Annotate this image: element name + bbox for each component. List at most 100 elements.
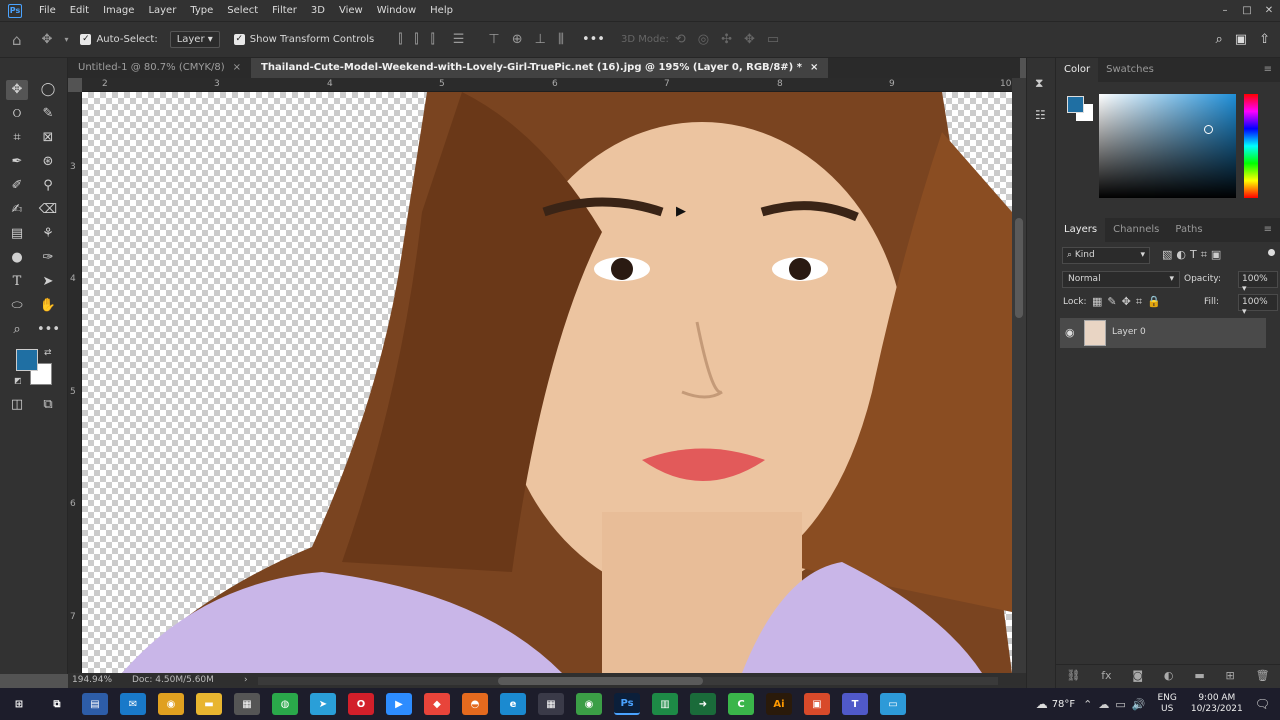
search-icon[interactable]: ⌕ (1216, 32, 1223, 47)
brush-tool-icon[interactable]: ✐ (6, 176, 28, 196)
align-left-icon[interactable]: ⫿ (398, 32, 402, 47)
notification-icon[interactable]: 🗨 (1255, 697, 1270, 711)
align-right-icon[interactable]: ⫿ (431, 32, 435, 47)
3d-slide-icon[interactable]: ✥ (744, 32, 755, 47)
status-menu-arrow-icon[interactable]: › (244, 675, 248, 685)
color-picker-cursor[interactable] (1204, 125, 1213, 134)
marquee-tool-icon[interactable]: ◯ (37, 80, 59, 100)
properties-panel-icon[interactable]: ☷ (1035, 108, 1046, 122)
menu-help[interactable]: Help (423, 5, 460, 16)
ellipse-tool-icon[interactable]: ⬭ (6, 296, 28, 316)
lock-icons[interactable]: ▦✎✥⌗🔒 (1092, 295, 1166, 309)
quick-mask-icon[interactable]: ◫ (6, 395, 28, 415)
camtasia-icon[interactable]: C (728, 693, 754, 715)
menu-file[interactable]: File (32, 5, 63, 16)
distribute-v-icon[interactable]: ⫼ (558, 32, 564, 47)
messaging-icon[interactable]: ◍ (272, 693, 298, 715)
screen-mode-icon[interactable]: ⧉ (37, 395, 59, 415)
panel-menu-icon[interactable]: ≡ (1256, 58, 1280, 82)
path-select-tool-icon[interactable]: ➤ (37, 272, 59, 292)
filter-toggle[interactable] (1268, 249, 1275, 256)
move-tool-icon[interactable]: ✥ (6, 80, 28, 100)
clock[interactable]: 9:00 AM 10/23/2021 (1191, 693, 1243, 715)
zoom-level[interactable]: 194.94% (72, 675, 112, 685)
menu-layer[interactable]: Layer (141, 5, 183, 16)
color-fg-swatch[interactable] (1067, 96, 1084, 113)
stamp-tool-icon[interactable]: ⚲ (37, 176, 59, 196)
fill-input[interactable]: 100% ▾ (1238, 294, 1278, 317)
layer-filter-icons[interactable]: ▧◐T⌗▣ (1162, 248, 1225, 262)
delete-layer-icon[interactable]: 🗑 (1256, 669, 1270, 682)
3d-roll-icon[interactable]: ◎ (698, 32, 709, 47)
menu-3d[interactable]: 3D (304, 5, 332, 16)
menu-filter[interactable]: Filter (265, 5, 304, 16)
gradient-tool-icon[interactable]: ▤ (6, 224, 28, 244)
language-indicator[interactable]: ENG US (1157, 693, 1176, 715)
move-tool-icon[interactable]: ✥ (42, 32, 53, 47)
edge-icon[interactable]: e (500, 693, 526, 715)
firefox-icon[interactable]: ◓ (462, 693, 488, 715)
vertical-scrollbar[interactable] (1012, 78, 1026, 674)
hand-tool-icon[interactable]: ✋ (37, 296, 59, 316)
blur-tool-icon[interactable]: ⚘ (37, 224, 59, 244)
panel-menu-icon[interactable]: ≡ (1256, 218, 1280, 242)
fx-icon[interactable]: fx (1101, 669, 1111, 682)
tab-layers[interactable]: Layers (1056, 218, 1106, 242)
store-icon[interactable]: ▤ (82, 693, 108, 715)
visibility-eye-icon[interactable]: ◉ (1065, 326, 1075, 339)
swap-colors-icon[interactable]: ⇄ (44, 348, 52, 358)
link-layers-icon[interactable]: ⛓ (1066, 669, 1080, 682)
menu-window[interactable]: Window (370, 5, 423, 16)
task-view-icon[interactable]: ⧉ (44, 693, 70, 715)
3d-orbit-icon[interactable]: ⟲ (675, 32, 686, 47)
menu-select[interactable]: Select (220, 5, 265, 16)
new-layer-icon[interactable]: ⊞ (1226, 669, 1235, 682)
layer-name[interactable]: Layer 0 (1112, 327, 1146, 337)
align-bottom-icon[interactable]: ⊥ (535, 32, 546, 47)
3d-drag-icon[interactable]: ✣ (721, 32, 732, 47)
calculator2-icon[interactable]: ▦ (538, 693, 564, 715)
horizontal-scrollbar[interactable] (258, 677, 998, 685)
layer-filter-dropdown[interactable]: ⌕ Kind ▾ (1062, 247, 1150, 264)
show-transform-checkbox[interactable]: ✓ (233, 34, 245, 45)
illustrator-icon[interactable]: Ai (766, 693, 792, 715)
spot-heal-tool-icon[interactable]: ⊛ (37, 152, 59, 172)
frame-tool-icon[interactable]: ⊠ (37, 128, 59, 148)
scroll-thumb[interactable] (498, 677, 703, 685)
hue-slider[interactable] (1244, 94, 1258, 198)
menu-image[interactable]: Image (96, 5, 141, 16)
history-brush-icon[interactable]: ✍ (6, 200, 28, 220)
adjustment-layer-icon[interactable]: ◐ (1164, 669, 1174, 682)
history-panel-icon[interactable]: ⧗ (1035, 76, 1043, 91)
minimize-button[interactable]: – (1214, 5, 1236, 16)
foreground-color-swatch[interactable] (16, 349, 38, 371)
file-explorer-icon[interactable]: ▬ (196, 693, 222, 715)
start-icon[interactable]: ⊞ (6, 693, 32, 715)
align-center-icon[interactable]: ⫿ (414, 32, 418, 47)
layer-row[interactable]: ◉ Layer 0 (1060, 318, 1266, 348)
eraser-tool-icon[interactable]: ⌫ (37, 200, 59, 220)
tab-channels[interactable]: Channels (1105, 218, 1167, 242)
zoom-tool-icon[interactable]: ⌕ (6, 320, 28, 340)
opacity-input[interactable]: 100% ▾ (1238, 271, 1278, 294)
zoom-app-icon[interactable]: ▶ (386, 693, 412, 715)
pen-tool-icon[interactable]: ✑ (37, 248, 59, 268)
photoshop-taskbar-icon[interactable]: Ps (614, 693, 640, 715)
sheets-icon[interactable]: ▥ (652, 693, 678, 715)
close-icon[interactable]: × (233, 62, 241, 73)
close-icon[interactable]: × (810, 62, 818, 73)
scroll-thumb[interactable] (1015, 218, 1023, 318)
blend-mode-dropdown[interactable]: Normal ▾ (1062, 271, 1180, 288)
default-colors-icon[interactable]: ◩ (14, 376, 22, 385)
tab-swatches[interactable]: Swatches (1098, 58, 1162, 82)
document-canvas[interactable]: ▶ (82, 92, 1012, 673)
layer-dropdown[interactable]: Layer ▾ (169, 31, 220, 48)
quick-select-tool-icon[interactable]: ✎ (37, 104, 59, 124)
align-middle-icon[interactable]: ⊕ (512, 32, 523, 47)
forward-app-icon[interactable]: ➜ (690, 693, 716, 715)
weather-icon[interactable]: ☁ (1036, 697, 1048, 711)
photos-icon[interactable]: ▣ (804, 693, 830, 715)
more-tools-icon[interactable]: ••• (37, 320, 60, 340)
distribute-icon[interactable]: ☰ (453, 32, 465, 47)
lasso-tool-icon[interactable]: ଠ (6, 104, 28, 124)
